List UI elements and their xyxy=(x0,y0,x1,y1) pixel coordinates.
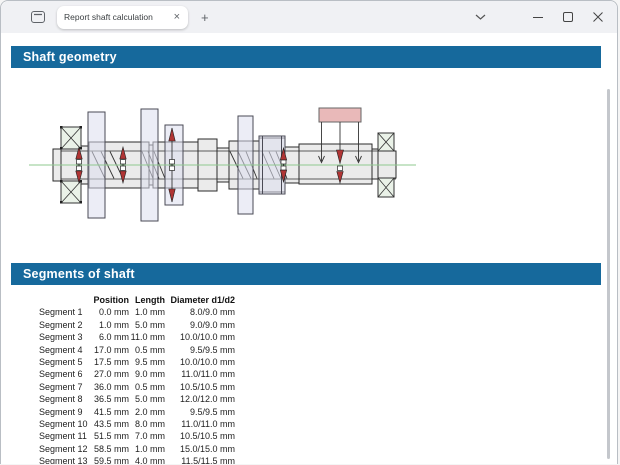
diameter-value: 11.0/11.0 mm xyxy=(181,419,235,430)
header-diameter: Diameter d1/d2 xyxy=(170,295,235,305)
table-row: Segment 3 6.0 mm 11.0 mm 10.0/10.0 mm xyxy=(23,331,235,343)
length-value: 8.0 mm xyxy=(134,419,165,430)
section-title: Segments of shaft xyxy=(23,267,135,281)
header-empty xyxy=(23,294,91,306)
diameter-value: 10.0/10.0 mm xyxy=(179,332,235,343)
diameter-value: 15.0/15.0 mm xyxy=(179,443,235,454)
diameter-value: 10.0/10.0 mm xyxy=(179,357,235,368)
diameter-value: 8.0/9.0 mm xyxy=(189,307,235,318)
length-value: 7.0 mm xyxy=(134,431,165,442)
titlebar: Report shaft calculation × + xyxy=(1,1,617,33)
diameter-value: 9.5/9.5 mm xyxy=(189,406,235,417)
length-value: 0.5 mm xyxy=(134,381,165,392)
position-value: 36.0 mm xyxy=(93,381,129,392)
table-row: Segment 13 59.5 mm 4.0 mm 11.5/11.5 mm xyxy=(23,455,235,464)
position-value: 36.5 mm xyxy=(93,394,129,405)
diameter-value: 9.0/9.0 mm xyxy=(189,319,235,330)
app-window: Report shaft calculation × + Shaft geome… xyxy=(0,0,618,464)
segment-name: Segment 4 xyxy=(39,344,83,355)
table-row: Segment 8 36.5 mm 5.0 mm 12.0/12.0 mm xyxy=(23,393,235,405)
window-controls xyxy=(465,2,617,32)
table-header-row: Position Length Diameter d1/d2 xyxy=(23,294,236,306)
segment-name: Segment 3 xyxy=(39,332,83,343)
tab-title: Report shaft calculation xyxy=(64,12,153,22)
position-value: 41.5 mm xyxy=(93,406,129,417)
table-row: Segment 7 36.0 mm 0.5 mm 10.5/10.5 mm xyxy=(23,381,235,393)
segment-name: Segment 13 xyxy=(39,456,88,464)
length-value: 11.0 mm xyxy=(130,332,165,343)
length-value: 9.5 mm xyxy=(134,357,165,368)
position-value: 27.0 mm xyxy=(93,369,129,380)
maximize-button[interactable] xyxy=(553,2,583,32)
tab-report-shaft-calculation[interactable]: Report shaft calculation × xyxy=(57,5,188,29)
position-value: 59.5 mm xyxy=(93,456,129,464)
table-row: Segment 6 27.0 mm 9.0 mm 11.0/11.0 mm xyxy=(23,368,235,380)
position-value: 43.5 mm xyxy=(93,419,129,430)
table-row: Segment 11 51.5 mm 7.0 mm 10.5/10.5 mm xyxy=(23,430,235,442)
vertical-scrollbar[interactable] xyxy=(607,89,610,459)
length-value: 1.0 mm xyxy=(134,307,165,318)
segment-name: Segment 10 xyxy=(39,419,88,430)
position-value: 51.5 mm xyxy=(93,431,129,442)
section-title: Shaft geometry xyxy=(23,50,117,64)
segment-name: Segment 7 xyxy=(39,381,83,392)
tab-close-icon[interactable]: × xyxy=(173,11,181,23)
segment-name: Segment 1 xyxy=(39,307,83,318)
segment-name: Segment 8 xyxy=(39,394,83,405)
position-value: 58.5 mm xyxy=(93,443,129,454)
table-row: Segment 12 58.5 mm 1.0 mm 15.0/15.0 mm xyxy=(23,443,235,455)
header-length: Length xyxy=(135,295,165,305)
position-value: 6.0 mm xyxy=(98,332,129,343)
table-row: Segment 4 17.0 mm 0.5 mm 9.5/9.5 mm xyxy=(23,344,235,356)
length-value: 4.0 mm xyxy=(134,456,165,464)
position-value: 17.0 mm xyxy=(93,344,129,355)
position-value: 1.0 mm xyxy=(98,319,129,330)
table-row: Segment 1 0.0 mm 1.0 mm 8.0/9.0 mm xyxy=(23,306,235,318)
segment-name: Segment 9 xyxy=(39,406,83,417)
segment-name: Segment 11 xyxy=(39,431,87,442)
length-value: 5.0 mm xyxy=(134,319,165,330)
position-value: 0.0 mm xyxy=(98,307,129,318)
close-button[interactable] xyxy=(583,2,613,32)
diameter-value: 11.0/11.0 mm xyxy=(181,369,235,380)
position-value: 17.5 mm xyxy=(93,357,129,368)
table-row: Segment 5 17.5 mm 9.5 mm 10.0/10.0 mm xyxy=(23,356,235,368)
table-row: Segment 10 43.5 mm 8.0 mm 11.0/11.0 mm xyxy=(23,418,235,430)
new-tab-button[interactable]: + xyxy=(201,11,209,24)
diameter-value: 12.0/12.0 mm xyxy=(179,394,235,405)
length-value: 2.0 mm xyxy=(134,406,165,417)
table-row: Segment 2 1.0 mm 5.0 mm 9.0/9.0 mm xyxy=(23,319,235,331)
diameter-value: 10.5/10.5 mm xyxy=(179,431,235,442)
minimize-button[interactable] xyxy=(523,2,553,32)
diameter-value: 9.5/9.5 mm xyxy=(189,344,235,355)
length-value: 0.5 mm xyxy=(134,344,165,355)
segment-name: Segment 2 xyxy=(39,319,83,330)
tab-overview-icon[interactable] xyxy=(29,8,47,26)
section-header-segments: Segments of shaft xyxy=(11,263,601,285)
length-value: 1.0 mm xyxy=(134,443,165,454)
chevron-down-icon[interactable] xyxy=(465,2,495,32)
segment-name: Segment 6 xyxy=(39,369,83,380)
segment-name: Segment 12 xyxy=(39,443,88,454)
length-value: 9.0 mm xyxy=(134,369,165,380)
segment-name: Segment 5 xyxy=(39,357,83,368)
diameter-value: 10.5/10.5 mm xyxy=(179,381,235,392)
diameter-value: 11.5/11.5 mm xyxy=(181,456,235,464)
shaft-drawing xyxy=(29,107,416,222)
segments-table: Position Length Diameter d1/d2 Segment 1… xyxy=(23,294,235,464)
header-position: Position xyxy=(93,295,130,305)
table-row: Segment 9 41.5 mm 2.0 mm 9.5/9.5 mm xyxy=(23,406,235,418)
length-value: 5.0 mm xyxy=(134,394,165,405)
section-header-shaft-geometry: Shaft geometry xyxy=(11,46,601,68)
